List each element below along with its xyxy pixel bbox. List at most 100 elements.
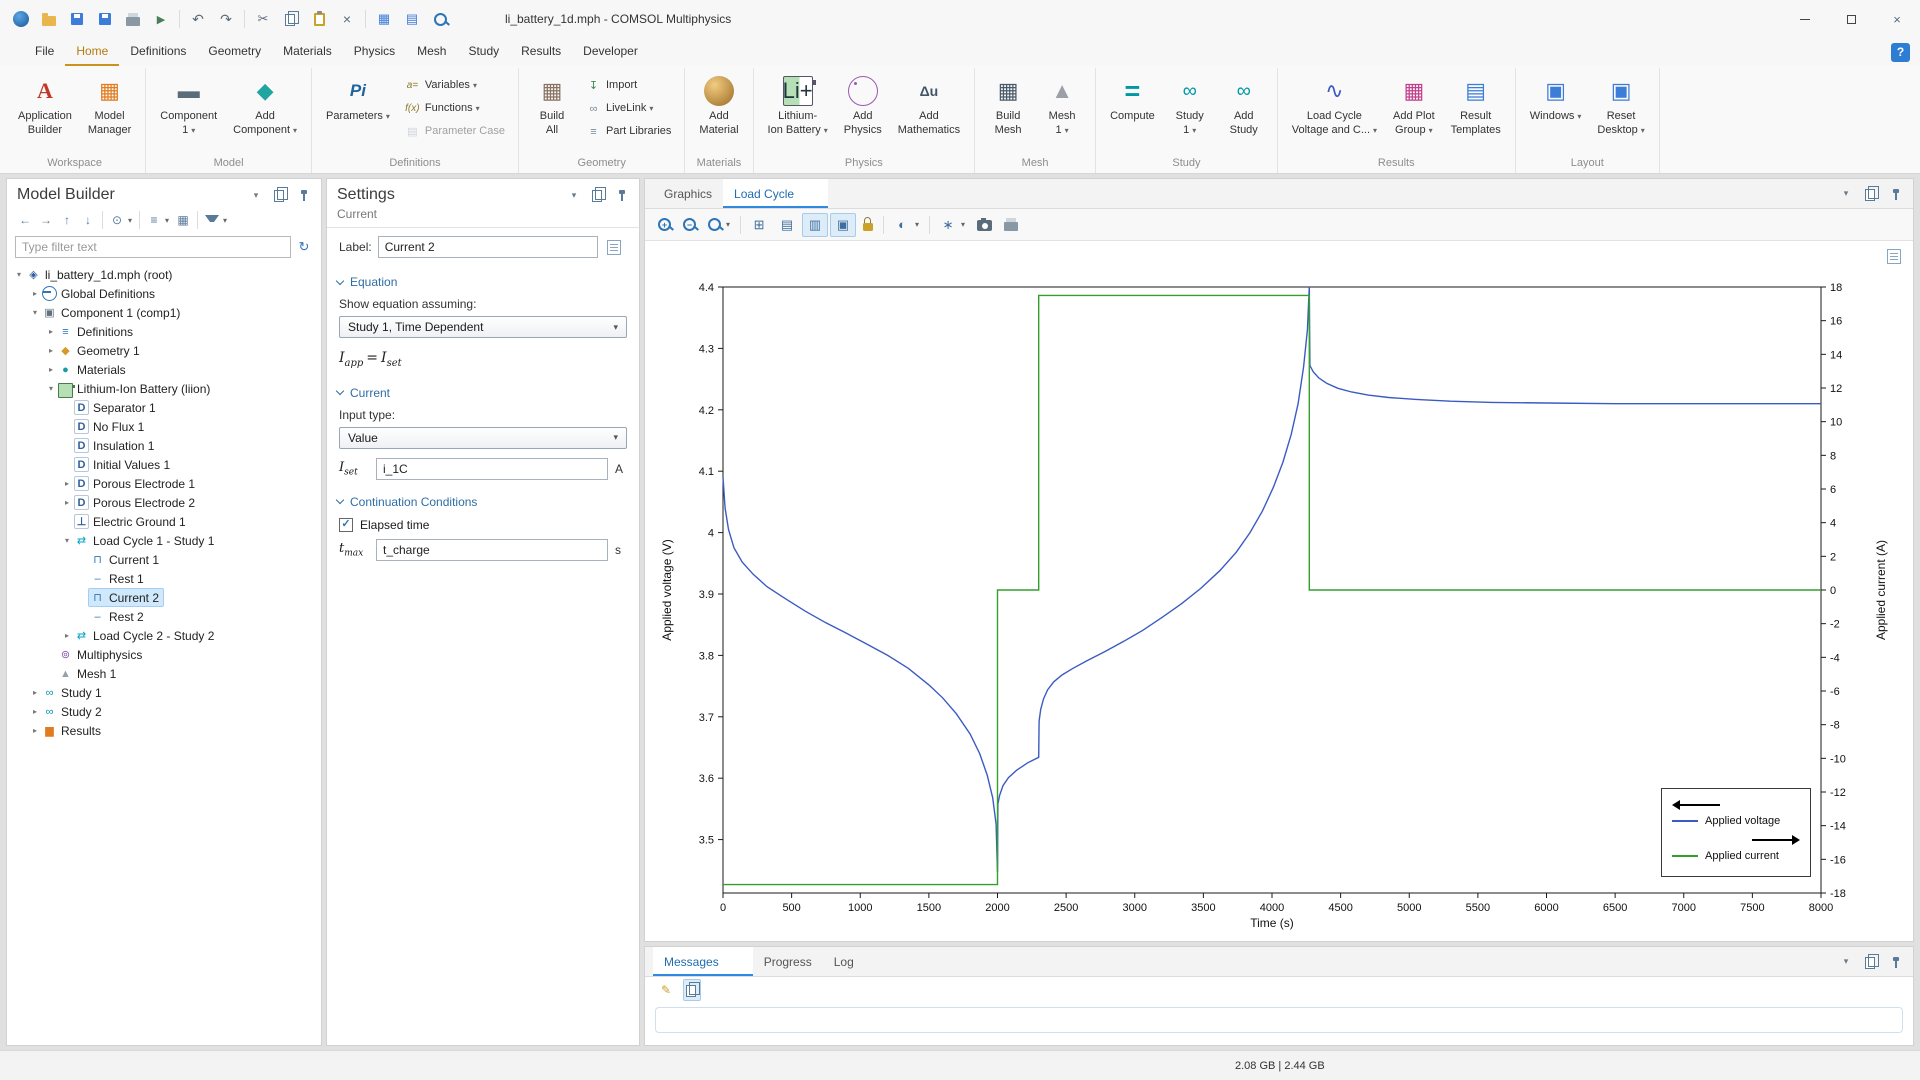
clear-button[interactable]: ✎	[653, 978, 679, 1002]
menu-home[interactable]: Home	[65, 38, 119, 66]
transparency-button[interactable]: ◐▾	[889, 213, 924, 237]
expand-arrow-icon[interactable]: ▸	[61, 631, 73, 640]
ribbon-add-physics-button[interactable]: Add Physics	[837, 71, 889, 140]
comsol-logo-button[interactable]	[8, 6, 34, 32]
ribbon-add-material-button[interactable]: Add Material	[692, 71, 745, 140]
print-button[interactable]	[120, 6, 146, 32]
tree-item-current-2[interactable]: ⊓Current 2	[7, 588, 321, 607]
tmax-input[interactable]	[376, 539, 608, 561]
tab-progress[interactable]: Progress	[753, 947, 823, 976]
pin-button[interactable]	[295, 186, 313, 204]
tree-item-insulation-1[interactable]: DInsulation 1	[7, 436, 321, 455]
menu-physics[interactable]: Physics	[343, 38, 406, 66]
pin-button[interactable]	[1887, 953, 1905, 971]
expand-arrow-icon[interactable]: ▾	[13, 270, 25, 279]
tree-item-porous-electrode-2[interactable]: ▸DPorous Electrode 2	[7, 493, 321, 512]
tree-item-electric-ground-1[interactable]: ⊥Electric Ground 1	[7, 512, 321, 531]
undo-button[interactable]: ↶	[185, 6, 211, 32]
tree-item-separator-1[interactable]: DSeparator 1	[7, 398, 321, 417]
expand-arrow-icon[interactable]: ▸	[61, 479, 73, 488]
ribbon-result-templates-button[interactable]: ▤Result Templates	[1444, 71, 1508, 140]
ribbon-lithium-ion-battery-button[interactable]: Li+Lithium- Ion Battery▾	[761, 71, 835, 140]
snapshot-button[interactable]	[972, 214, 997, 235]
ribbon-reset-desktop-button[interactable]: ▣Reset Desktop▾	[1590, 71, 1651, 140]
tree-item-rest-1[interactable]: –Rest 1	[7, 569, 321, 588]
tree-item-materials[interactable]: ▸●Materials	[7, 360, 321, 379]
expand-arrow-icon[interactable]: ▸	[29, 726, 41, 735]
ribbon-model-manager-button[interactable]: ▦Model Manager	[81, 71, 138, 140]
tree-item-initial-values-1[interactable]: DInitial Values 1	[7, 455, 321, 474]
tree-item-component-1-comp1[interactable]: ▾▣Component 1 (comp1)	[7, 303, 321, 322]
table-button[interactable]: ▦	[371, 6, 397, 32]
settings-button[interactable]: ∗▾	[935, 213, 970, 237]
menu-file[interactable]: File	[24, 38, 65, 66]
ribbon-load-cycle-voltage-and-c-button[interactable]: ∿Load Cycle Voltage and C...▾	[1285, 71, 1384, 140]
chevron-down-button[interactable]: ▾	[1837, 185, 1855, 203]
iset-input[interactable]	[376, 458, 608, 480]
lock-button[interactable]	[858, 214, 878, 235]
tab-load-cycle[interactable]: Load Cycle	[723, 179, 828, 208]
ribbon-add-study-button[interactable]: ∞Add Study	[1218, 71, 1270, 140]
forward-button[interactable]: →	[36, 211, 56, 229]
float-button[interactable]	[1862, 953, 1880, 971]
menu-geometry[interactable]: Geometry	[197, 38, 272, 66]
filter-button[interactable]: ▾	[202, 209, 230, 231]
ribbon-part-libraries-button[interactable]: ≡Part Libraries	[580, 122, 677, 141]
ribbon-mesh-1-button[interactable]: ▲Mesh 1▾	[1036, 71, 1088, 140]
ribbon-add-mathematics-button[interactable]: ΔuAdd Mathematics	[891, 71, 967, 140]
tree-item-li-battery-1d-mph-root[interactable]: ▾◈li_battery_1d.mph (root)	[7, 265, 321, 284]
tree-item-geometry-1[interactable]: ▸◆Geometry 1	[7, 341, 321, 360]
float-button[interactable]	[1862, 185, 1880, 203]
equation-form-dropdown[interactable]: Study 1, Time Dependent ▾	[339, 316, 627, 338]
save-button[interactable]	[64, 6, 90, 32]
tab-log[interactable]: Log	[823, 947, 865, 976]
menu-study[interactable]: Study	[457, 38, 510, 66]
axes-button[interactable]: ▥	[802, 213, 828, 237]
expand-arrow-icon[interactable]: ▾	[29, 308, 41, 317]
run-button[interactable]: ▶	[148, 6, 174, 32]
default-view-button[interactable]: ⊞	[746, 213, 772, 237]
ribbon-functions-button[interactable]: f(x)Functions▾	[399, 99, 511, 118]
zoom-out-button[interactable]: −	[678, 214, 701, 235]
ribbon-parameter-case-button[interactable]: ▤Parameter Case	[399, 122, 511, 141]
ribbon-parameters-button[interactable]: PiParameters▾	[319, 71, 397, 126]
expand-arrow-icon[interactable]: ▸	[29, 707, 41, 716]
expand-arrow-icon[interactable]: ▸	[29, 289, 41, 298]
refresh-button[interactable]: ↻	[295, 238, 313, 256]
current-section-header[interactable]: Current	[327, 377, 639, 405]
new-window-button[interactable]: ▣	[830, 213, 856, 237]
ribbon-import-button[interactable]: ↧Import	[580, 76, 677, 95]
print-plot-button[interactable]	[999, 214, 1023, 235]
ribbon-component-1-button[interactable]: ▬Component 1▾	[153, 71, 224, 140]
continuation-section-header[interactable]: Continuation Conditions	[327, 486, 639, 514]
delete-button[interactable]: ×	[334, 6, 360, 32]
plot-area[interactable]: 0500100015002000250030003500400045005000…	[645, 241, 1913, 941]
tree-item-no-flux-1[interactable]: DNo Flux 1	[7, 417, 321, 436]
close-icon[interactable]	[726, 954, 742, 970]
cut-button[interactable]: ✂	[250, 6, 276, 32]
show-button[interactable]: ⊙▾	[107, 211, 135, 229]
menu-materials[interactable]: Materials	[272, 38, 343, 66]
ribbon-study-1-button[interactable]: ∞Study 1▾	[1164, 71, 1216, 140]
grid-button[interactable]: ▤	[774, 213, 800, 237]
tree-item-definitions[interactable]: ▸≡Definitions	[7, 322, 321, 341]
maximize-button[interactable]	[1828, 0, 1874, 38]
input-type-dropdown[interactable]: Value ▾	[339, 427, 627, 449]
ribbon-variables-button[interactable]: a=Variables▾	[399, 76, 511, 95]
table-add-button[interactable]: ▤	[399, 6, 425, 32]
tree-item-multiphysics[interactable]: ⊚Multiphysics	[7, 645, 321, 664]
search-button[interactable]	[427, 6, 453, 32]
ribbon-livelink-button[interactable]: ∞LiveLink▾	[580, 99, 677, 118]
pin-button[interactable]	[613, 186, 631, 204]
tree-item-mesh-1[interactable]: ▲Mesh 1	[7, 664, 321, 683]
save-all-button[interactable]	[92, 6, 118, 32]
group-order-button[interactable]: ≡▾	[144, 211, 172, 229]
tree-item-load-cycle-1-study-1[interactable]: ▾⇄Load Cycle 1 - Study 1	[7, 531, 321, 550]
expand-arrow-icon[interactable]: ▸	[45, 327, 57, 336]
ribbon-build-all-button[interactable]: ▦Build All	[526, 71, 578, 140]
menu-mesh[interactable]: Mesh	[406, 38, 457, 66]
tab-messages[interactable]: Messages	[653, 947, 753, 976]
minimize-button[interactable]	[1782, 0, 1828, 38]
ribbon-add-component-button[interactable]: ◆Add Component▾	[226, 71, 304, 140]
open-file-button[interactable]	[36, 6, 62, 32]
